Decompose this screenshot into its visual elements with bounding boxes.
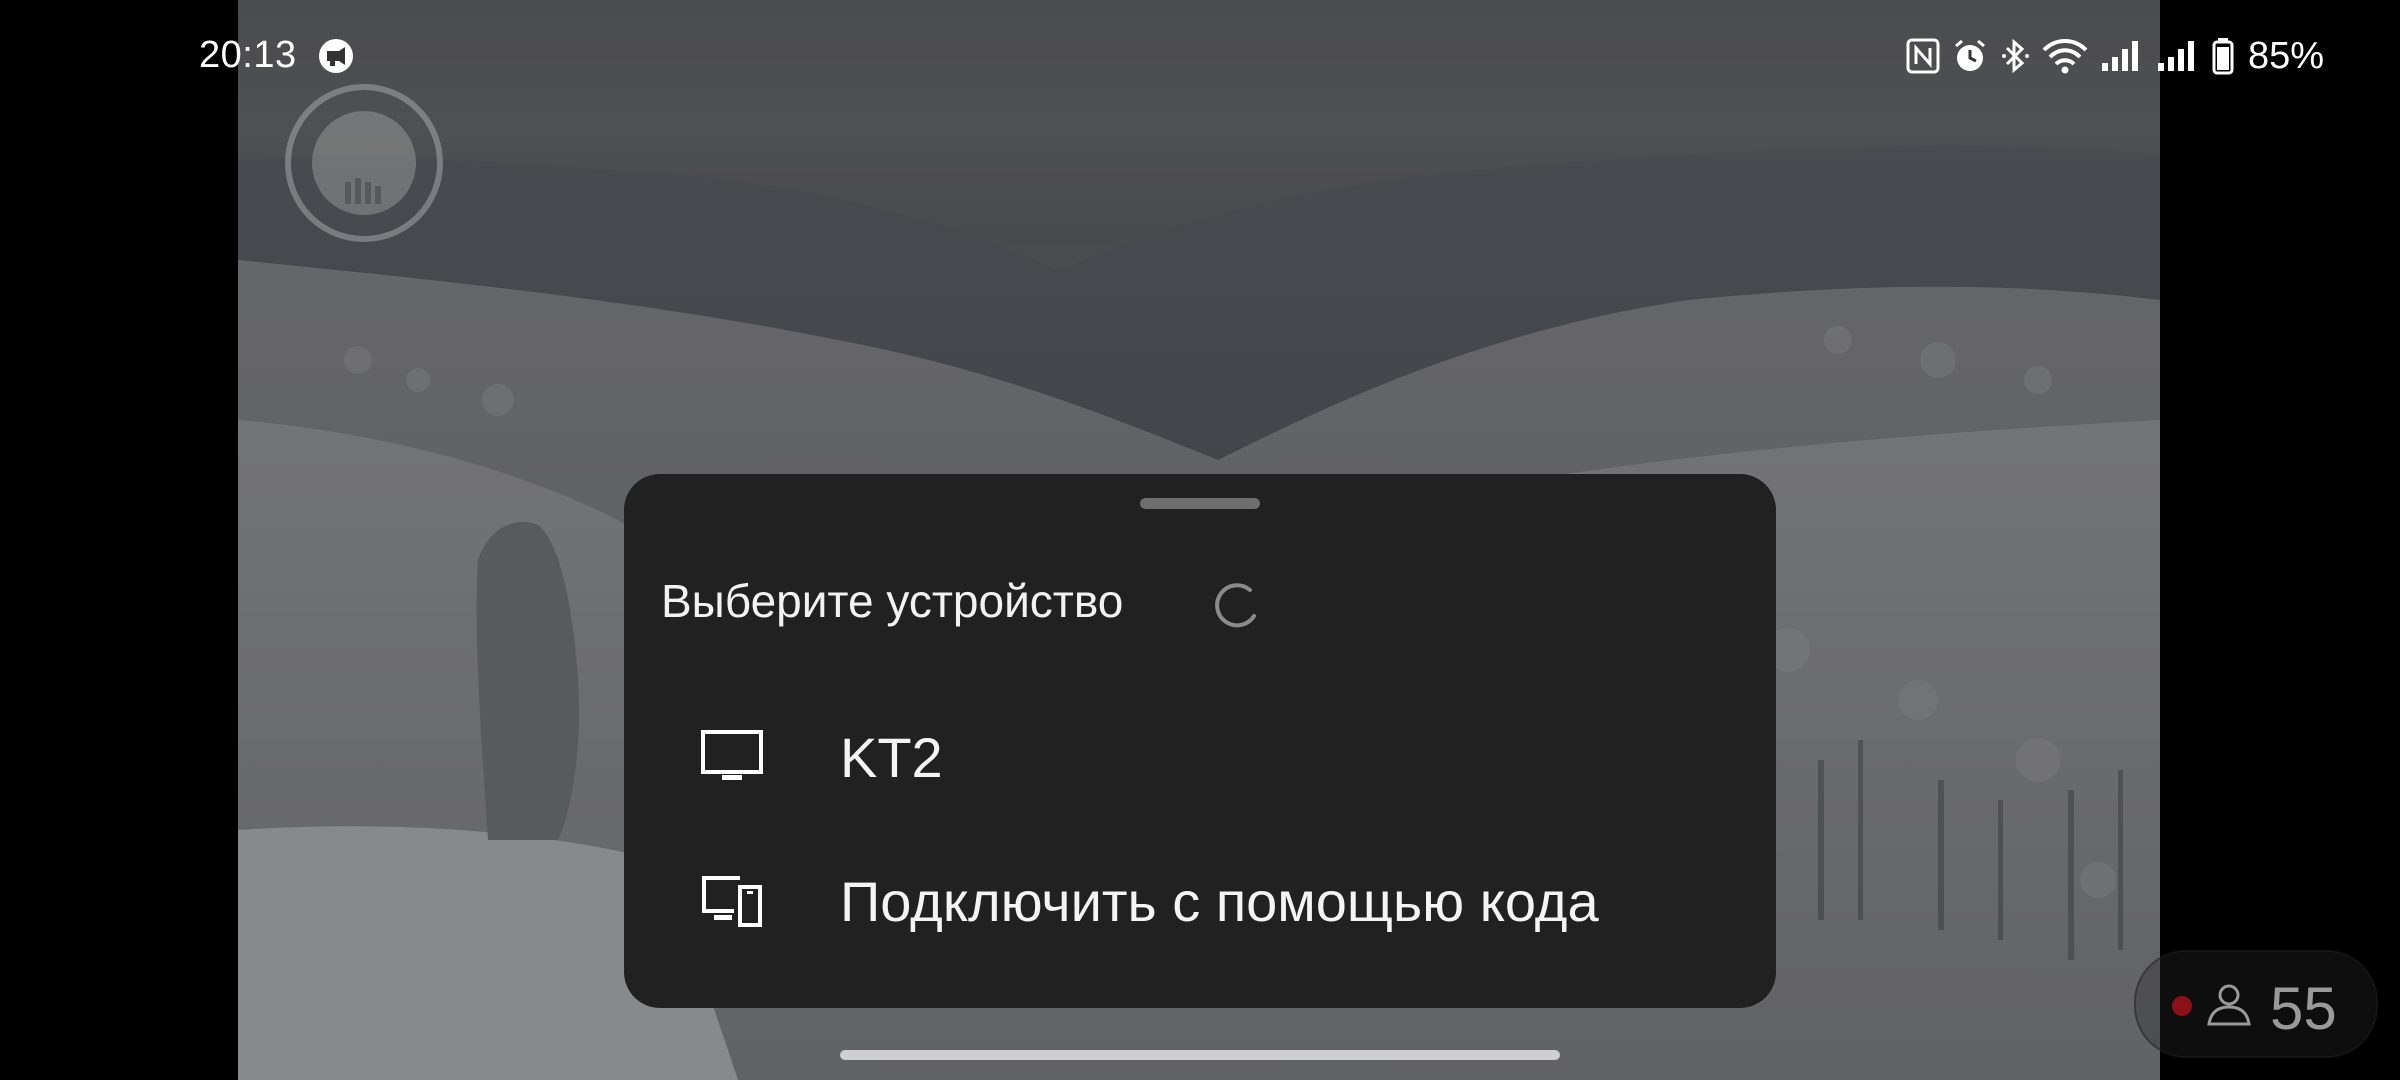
wifi-icon	[2042, 39, 2088, 74]
live-dot	[2172, 996, 2192, 1016]
device-item-kt2[interactable]: KT2	[624, 692, 1776, 822]
signal-icon	[2101, 41, 2138, 71]
device-picker-sheet: Выберите устройство KT2 Подключить с пом…	[624, 474, 1776, 1008]
device-item-connect-code[interactable]: Подключить с помощью кода	[624, 836, 1776, 966]
battery-percentage: 85%	[2247, 34, 2324, 77]
tv-icon	[701, 730, 763, 780]
gesture-navigation-bar[interactable]	[840, 1050, 1560, 1060]
cast-icon	[319, 39, 353, 73]
device-label: KT2	[840, 725, 943, 789]
status-bar: 20:13 85%	[0, 0, 2400, 110]
nfc-icon	[1906, 38, 1940, 74]
viewer-count-badge[interactable]: 55	[2134, 950, 2378, 1058]
alarm-icon	[1954, 39, 1985, 71]
sheet-drag-handle[interactable]	[1140, 498, 1260, 509]
person-icon	[2207, 984, 2251, 1026]
status-icons: 85%	[1906, 34, 2324, 78]
status-time: 20:13	[199, 34, 297, 76]
screen: 20:13 85% Выберите устройство KT2 Подклю…	[0, 0, 2400, 1080]
signal-icon	[2157, 41, 2194, 71]
spinner-icon	[1215, 583, 1256, 628]
battery-icon	[2212, 38, 2234, 75]
device-label: Подключить с помощью кода	[840, 869, 1599, 933]
devices-icon	[702, 876, 762, 927]
sheet-title: Выберите устройство	[661, 575, 1124, 627]
bluetooth-icon	[2001, 38, 2029, 74]
viewer-count: 55	[2270, 975, 2337, 1042]
